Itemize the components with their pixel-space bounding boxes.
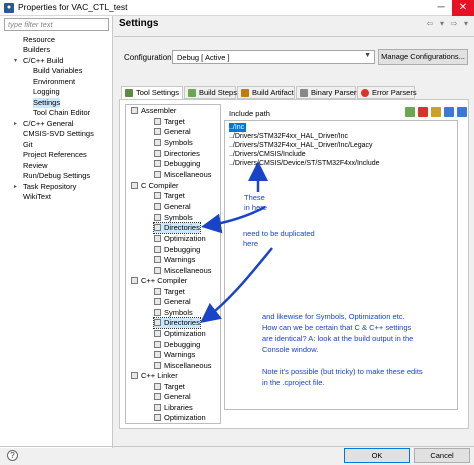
help-icon[interactable]: ? (7, 450, 18, 461)
annotation-note-line: and likewise for Symbols, Optimization e… (262, 312, 405, 321)
ok-button[interactable]: OK (344, 448, 410, 463)
arrow-to-cpp-directories (200, 247, 273, 324)
annotation-here: here (243, 239, 259, 248)
annotation-note-line: are identical? A: look at the build outp… (262, 334, 414, 343)
annotation-in-here: in here (244, 203, 267, 212)
annotation-note-line: Console window. (262, 345, 319, 354)
cancel-button[interactable]: Cancel (414, 448, 470, 463)
annotation-note-line: How can we be certain that C & C++ setti… (262, 323, 412, 332)
annotation-note-line: Note it's possible (but tricky) to make … (262, 367, 423, 376)
footer-divider (0, 446, 474, 447)
annotation-duplicated: need to be duplicated (243, 229, 315, 238)
annotation-note-line: in the .cproject file. (262, 378, 325, 387)
annotation-these: These (244, 193, 265, 202)
annotation-arrows (200, 161, 273, 324)
